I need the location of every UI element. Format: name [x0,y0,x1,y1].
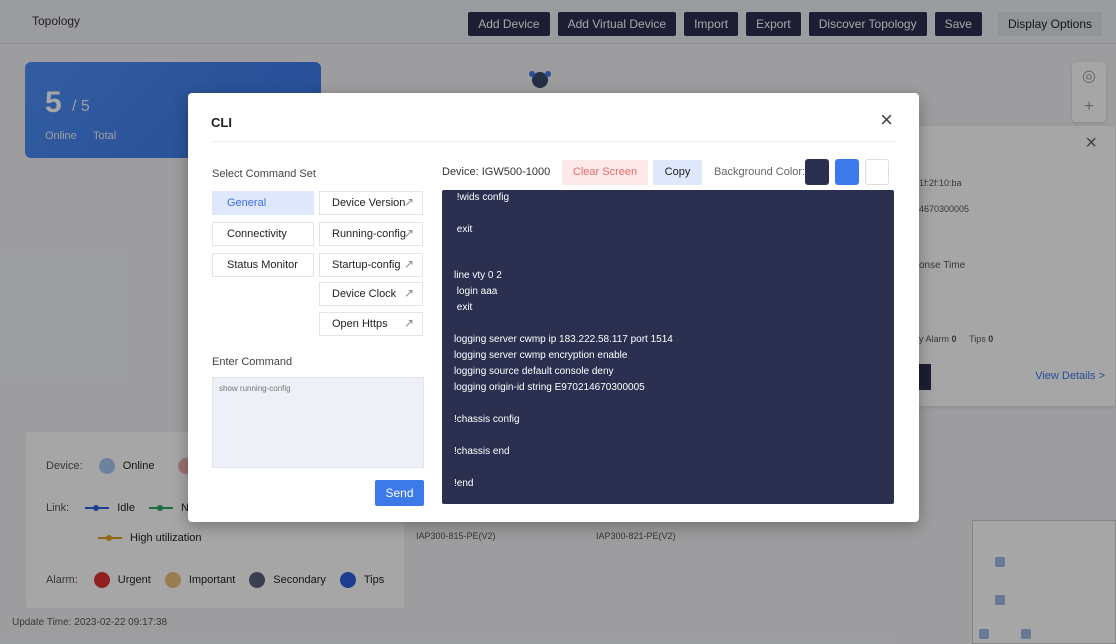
enter-command-label: Enter Command [212,356,293,368]
divider [211,141,896,142]
terminal-line: !chassis config [454,414,520,425]
terminal-line: exit [454,224,473,235]
terminal-line: !wids config [454,192,510,203]
swatch-dark[interactable] [805,159,829,185]
command-set-status-monitor[interactable]: Status Monitor [212,253,314,277]
command-set-general[interactable]: General [212,191,314,215]
command-startup-config[interactable]: Startup-config ↗ [319,253,423,277]
swatch-blue[interactable] [835,159,859,185]
background-color-label: Background Color: [714,166,806,178]
device-name: Device: IGW500-1000 [442,166,551,178]
command-running-config[interactable]: Running-config ↗ [319,222,423,246]
clear-screen-button[interactable]: Clear Screen [562,160,648,185]
swatch-white[interactable] [865,159,889,185]
terminal-line: logging server cwmp encryption enable [454,350,628,361]
cli-terminal[interactable]: !wids config exit line vty 0 2 login aaa… [442,190,894,504]
external-arrow-icon: ↗ [403,195,414,209]
external-arrow-icon: ↗ [403,257,414,271]
command-device-clock[interactable]: Device Clock ↗ [319,282,423,306]
command-open-https[interactable]: Open Https ↗ [319,312,423,336]
dialog-title: CLI [211,115,232,130]
terminal-line: logging origin-id string E97021467030000… [454,382,645,393]
external-arrow-icon: ↗ [403,316,414,330]
close-icon[interactable]: × [880,107,893,133]
select-command-set-label: Select Command Set [212,168,316,180]
terminal-line: !end [454,478,474,489]
external-arrow-icon: ↗ [403,286,414,300]
command-device-version[interactable]: Device Version ↗ [319,191,423,215]
copy-button[interactable]: Copy [653,160,702,185]
cli-dialog: CLI × Select Command Set General Connect… [188,93,919,522]
command-set-connectivity[interactable]: Connectivity [212,222,314,246]
terminal-line: logging source default console deny [454,366,614,377]
command-input[interactable] [212,377,424,468]
send-button[interactable]: Send [375,480,424,506]
terminal-line: !chassis end [454,446,510,457]
terminal-line: logging server cwmp ip 183.222.58.117 po… [454,334,673,345]
external-arrow-icon: ↗ [403,226,414,240]
terminal-line: exit [454,302,473,313]
terminal-line: line vty 0 2 [454,270,502,281]
terminal-line: login aaa [454,286,498,297]
